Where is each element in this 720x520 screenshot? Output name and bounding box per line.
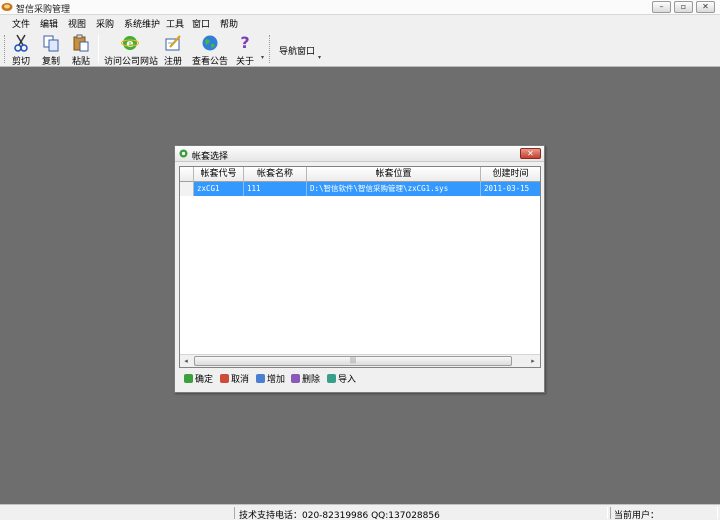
visit-website-button[interactable]: e 访问公司网站 — [104, 33, 159, 67]
column-header-name[interactable]: 帐套名称 — [244, 167, 307, 182]
cut-button[interactable]: 剪切 — [8, 33, 34, 67]
grid-header: 帐套代号 帐套名称 帐套位置 创建时间 — [180, 167, 540, 182]
app-logo-icon — [1, 3, 13, 11]
scroll-left-icon[interactable]: ◂ — [181, 357, 191, 365]
current-user-text: 当前用户： — [614, 511, 660, 520]
row-header-corner — [180, 167, 194, 182]
svg-text:e: e — [126, 37, 133, 50]
visit-website-label: 访问公司网站 — [104, 57, 159, 67]
register-pen-icon — [165, 35, 181, 51]
column-header-created[interactable]: 创建时间 — [481, 167, 540, 182]
menu-edit[interactable]: 编辑 — [40, 17, 58, 30]
import-icon — [327, 374, 336, 383]
view-announcement-label: 查看公告 — [191, 57, 228, 67]
status-bar: 技术支持电话：020-82319986 QQ:137028856 当前用户： — [0, 504, 720, 520]
register-label: 注册 — [163, 57, 182, 67]
delete-button[interactable]: 删除 — [291, 374, 320, 387]
add-button[interactable]: 增加 — [256, 374, 285, 387]
copy-icon — [43, 35, 59, 52]
copy-label: 复制 — [41, 57, 60, 67]
ok-label: 确定 — [195, 375, 214, 385]
globe-icon — [202, 35, 218, 51]
toolbar-grip-2[interactable] — [269, 35, 271, 63]
column-header-location[interactable]: 帐套位置 — [307, 167, 481, 182]
row-selector[interactable] — [180, 182, 194, 196]
cell-location[interactable]: D:\智信软件\智信采购管理\zxCG1.sys — [307, 182, 481, 196]
cell-name[interactable]: 111 — [244, 182, 307, 196]
menu-tools[interactable]: 工具 — [166, 17, 184, 30]
paste-icon — [73, 34, 89, 52]
add-icon — [256, 374, 265, 383]
copy-button[interactable]: 复制 — [38, 33, 64, 67]
column-header-code[interactable]: 帐套代号 — [194, 167, 244, 182]
about-button[interactable]: ? 关于 — [232, 33, 258, 68]
import-label: 导入 — [338, 375, 357, 385]
window-title: 智信采购管理 — [16, 5, 71, 15]
dialog-action-bar: 确定 取消 增加 删除 导入 — [175, 372, 544, 390]
title-bar: 智信采购管理 – ▫ ✕ — [0, 0, 720, 15]
cell-created[interactable]: 2011-03-15 — [481, 182, 540, 196]
about-label: 关于 — [235, 57, 254, 67]
delete-label: 删除 — [302, 375, 321, 385]
close-button[interactable]: ✕ — [696, 1, 715, 13]
menu-view[interactable]: 视图 — [68, 17, 86, 30]
dialog-close-button[interactable]: ✕ — [520, 148, 541, 159]
scroll-thumb[interactable]: ||| — [194, 356, 512, 366]
menu-system-maintenance[interactable]: 系统维护 — [124, 17, 160, 30]
toolbar-overflow-icon-2[interactable]: ▾ — [318, 55, 324, 61]
menu-help[interactable]: 帮助 — [220, 17, 238, 30]
menu-file[interactable]: 文件 — [12, 17, 30, 30]
scissors-icon — [14, 34, 28, 52]
question-mark-icon: ? — [240, 33, 250, 52]
dialog-icon — [179, 149, 188, 158]
register-button[interactable]: 注册 — [160, 33, 186, 67]
menu-purchase[interactable]: 采购 — [96, 17, 114, 30]
confirm-icon — [184, 374, 193, 383]
ok-button[interactable]: 确定 — [184, 374, 213, 387]
paste-label: 粘贴 — [71, 57, 90, 67]
toolbar-separator — [98, 35, 99, 63]
account-select-dialog: 帐套选择 ✕ 帐套代号 帐套名称 帐套位置 创建时间 zxCG1 111 D:\… — [174, 145, 545, 393]
cell-code[interactable]: zxCG1 — [194, 182, 244, 196]
scroll-right-icon[interactable]: ▸ — [528, 357, 538, 365]
dialog-title: 帐套选择 — [192, 152, 229, 162]
maximize-button[interactable]: ▫ — [674, 1, 693, 13]
support-phone-text: 技术支持电话：020-82319986 QQ:137028856 — [239, 511, 440, 520]
table-row[interactable]: zxCG1 111 D:\智信软件\智信采购管理\zxCG1.sys 2011-… — [180, 182, 540, 196]
account-grid: 帐套代号 帐套名称 帐套位置 创建时间 zxCG1 111 D:\智信软件\智信… — [179, 166, 541, 368]
cut-label: 剪切 — [11, 57, 30, 67]
toolbar: 剪切 复制 粘贴 e 访问公司网站 注册 查看公告 ? 关于 ▾ ▾ — [0, 31, 720, 67]
toolbar-grip[interactable] — [4, 35, 6, 63]
view-announcement-button[interactable]: 查看公告 — [190, 33, 230, 67]
toolbar-overflow-icon[interactable]: ▾ — [261, 55, 267, 61]
menu-bar: 文件 编辑 视图 采购 系统维护 工具 窗口 帮助 — [0, 15, 720, 31]
cancel-button[interactable]: 取消 — [220, 374, 249, 387]
dialog-title-bar: 帐套选择 ✕ — [175, 146, 544, 162]
internet-explorer-icon: e — [121, 36, 139, 50]
menu-window[interactable]: 窗口 — [192, 17, 210, 30]
cancel-icon — [220, 374, 229, 383]
add-label: 增加 — [267, 375, 286, 385]
paste-button[interactable]: 粘贴 — [68, 33, 94, 67]
import-button[interactable]: 导入 — [327, 374, 356, 387]
horizontal-scrollbar[interactable]: ◂ ||| ▸ — [180, 354, 540, 367]
delete-icon — [291, 374, 300, 383]
nav-window-button[interactable]: 导航窗口 — [279, 44, 315, 57]
minimize-button[interactable]: – — [652, 1, 671, 13]
cancel-label: 取消 — [231, 375, 250, 385]
